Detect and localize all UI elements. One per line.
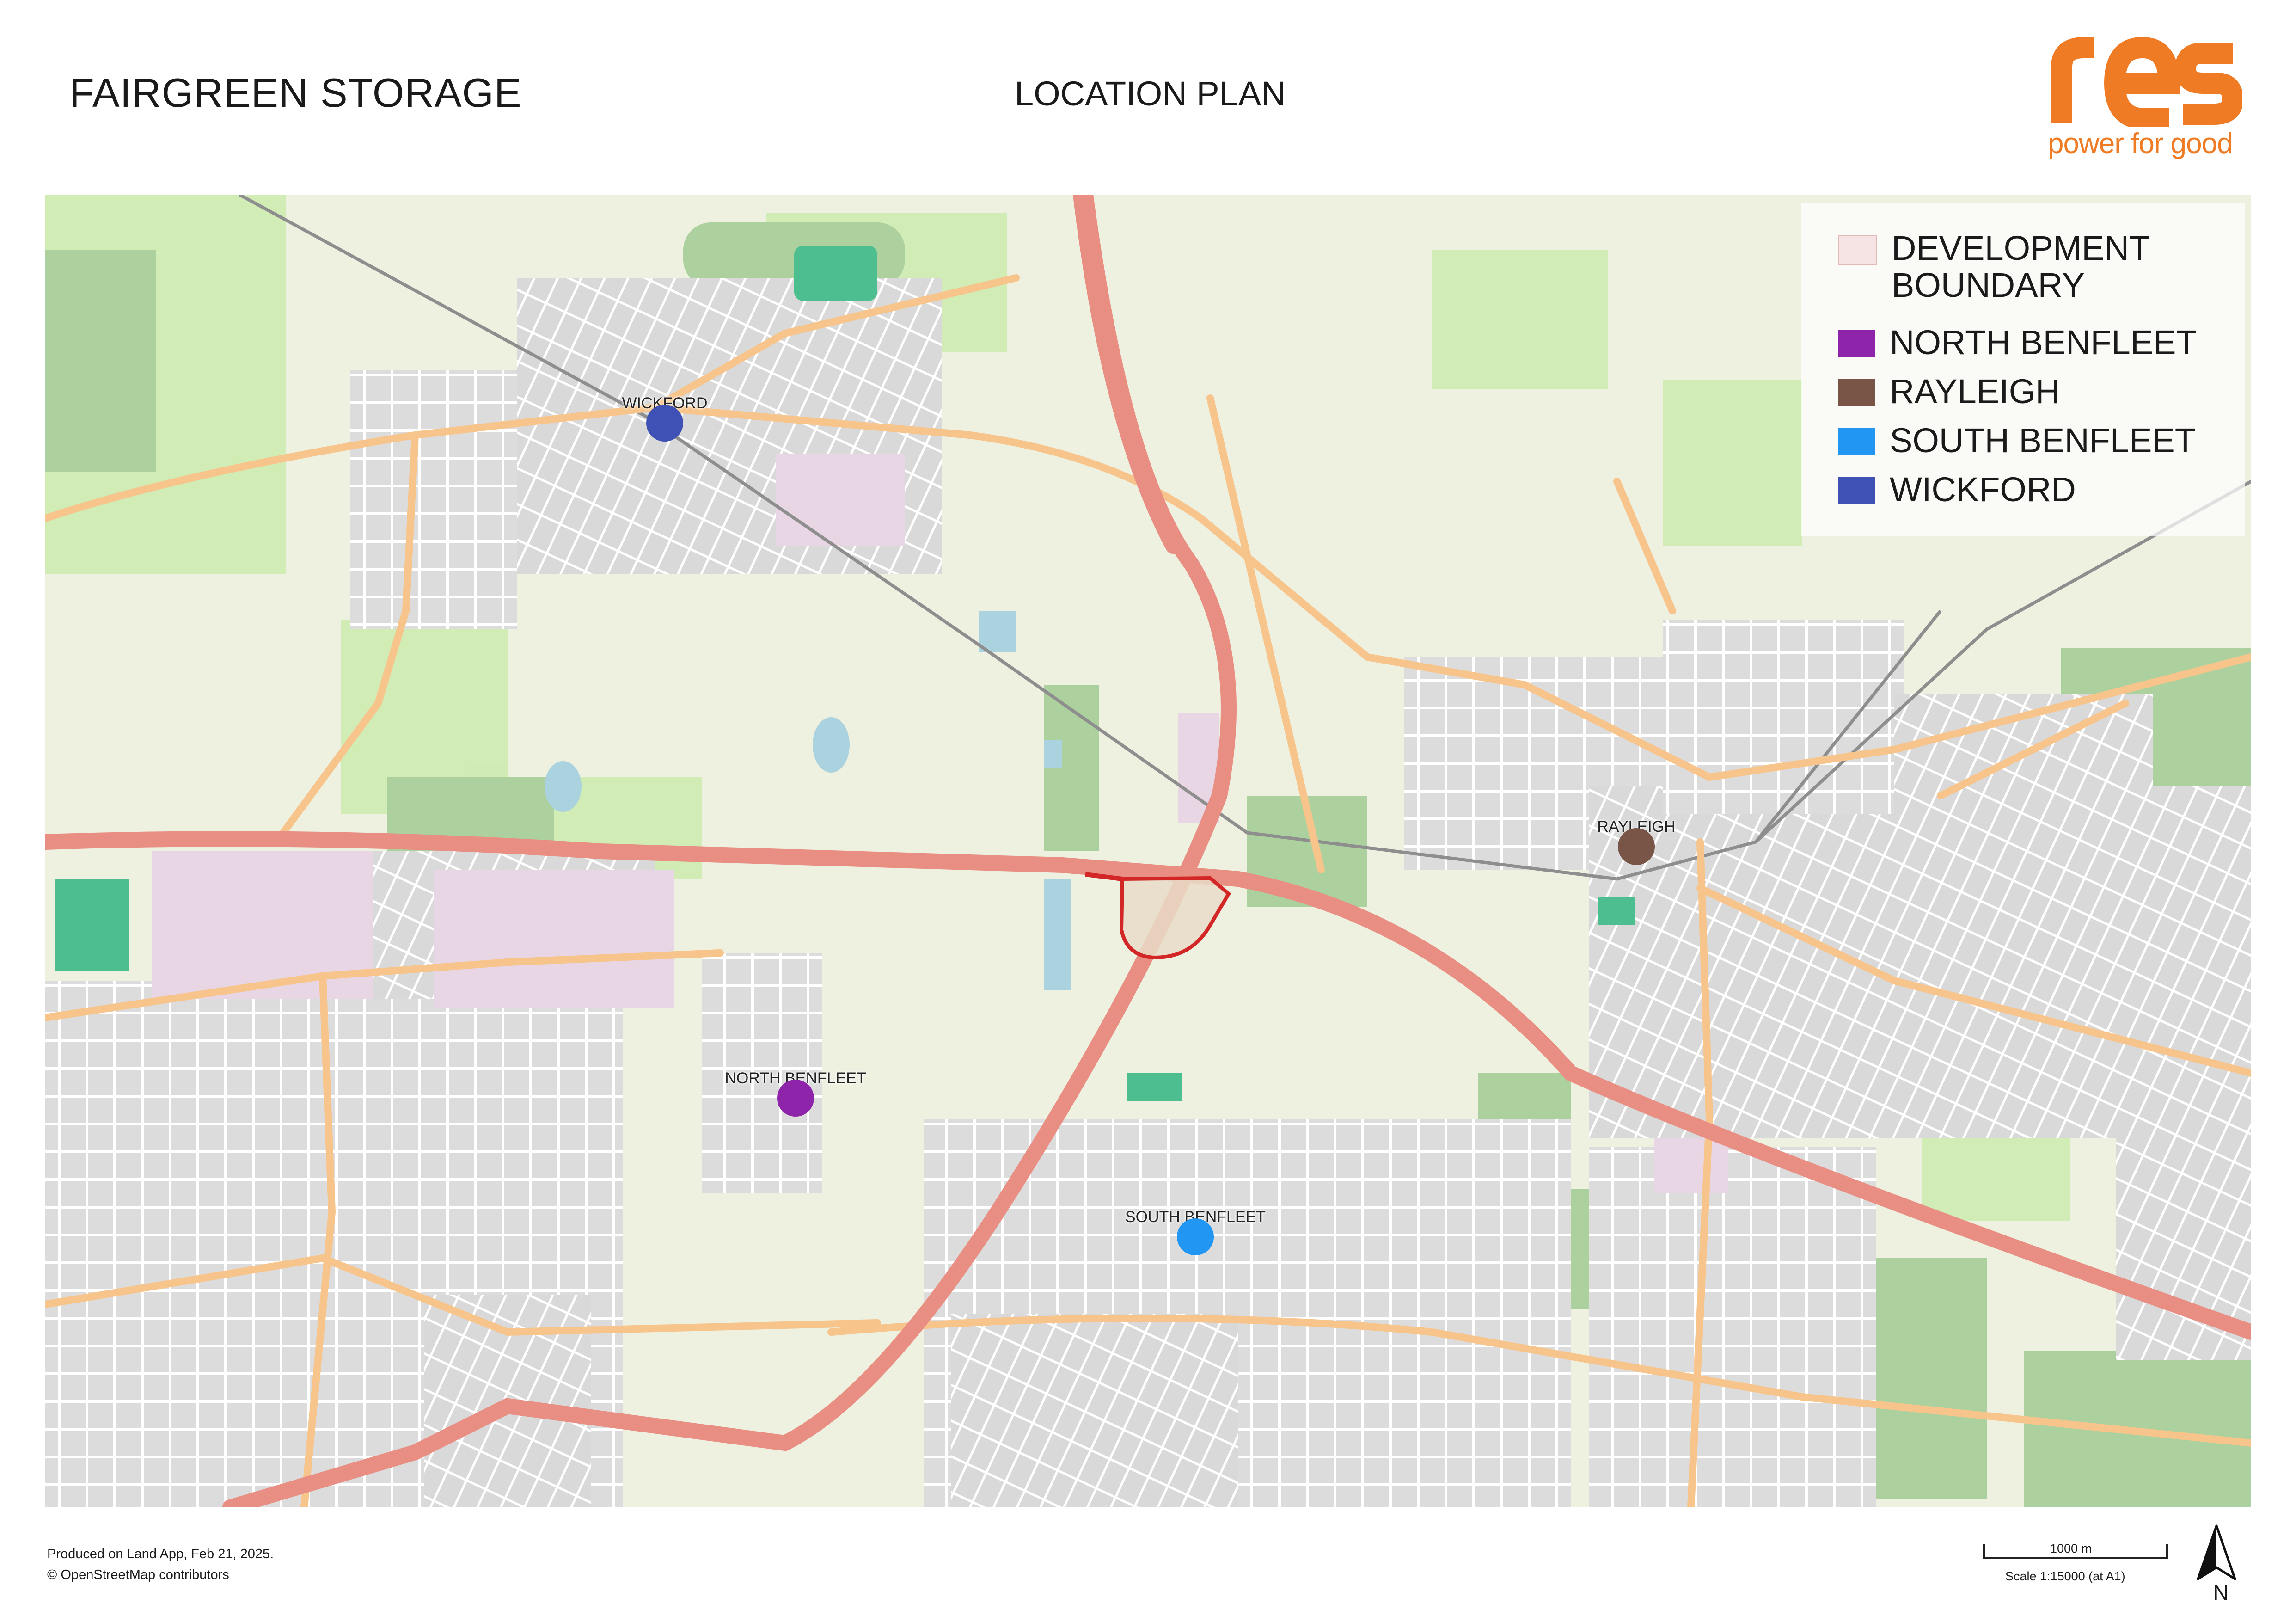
osm-attribution: © OpenStreetMap contributors <box>47 1567 229 1582</box>
scale-bar: 1000 m Scale 1:15000 (at A1) <box>1983 1542 2168 1583</box>
place-marker-south-benfleet[interactable] <box>1177 1218 1214 1255</box>
res-logo-mark <box>2051 37 2244 129</box>
legend-label: NORTH BENFLEET <box>1890 323 2197 362</box>
north-arrow-label: N <box>2213 1581 2229 1605</box>
legend-item-north-benfleet: NORTH BENFLEET <box>1838 324 2197 361</box>
legend-item-wickford: WICKFORD <box>1838 471 2076 508</box>
legend-label: WICKFORD <box>1890 470 2076 509</box>
page-subtitle: LOCATION PLAN <box>1015 74 1286 113</box>
legend-item-development-boundary: DEVELOPMENT BOUNDARY <box>1838 230 2150 304</box>
legend-swatch <box>1838 330 1875 357</box>
produced-by-note: Produced on Land App, Feb 21, 2025. <box>47 1547 274 1561</box>
scale-distance-label: 1000 m <box>2050 1542 2092 1555</box>
legend-swatch <box>1838 428 1875 455</box>
legend-label: DEVELOPMENT BOUNDARY <box>1892 229 2149 304</box>
legend-item-rayleigh: RAYLEIGH <box>1838 373 2060 410</box>
place-marker-rayleigh[interactable] <box>1618 828 1655 865</box>
res-logo: power for good <box>2048 35 2244 160</box>
legend-swatch <box>1838 477 1875 504</box>
page-title: FAIRGREEN STORAGE <box>69 70 522 116</box>
map-legend: DEVELOPMENT BOUNDARY NORTH BENFLEET RAYL… <box>1801 203 2245 536</box>
legend-item-south-benfleet: SOUTH BENFLEET <box>1838 422 2196 459</box>
legend-swatch <box>1838 379 1875 406</box>
legend-label: RAYLEIGH <box>1890 372 2060 411</box>
logo-tagline: power for good <box>2048 128 2233 160</box>
legend-label: SOUTH BENFLEET <box>1890 421 2196 460</box>
place-marker-north-benfleet[interactable] <box>777 1080 814 1117</box>
scale-ratio-label: Scale 1:15000 (at A1) <box>2005 1569 2125 1583</box>
map-canvas[interactable]: WICKFORD RAYLEIGH NORTH BENFLEET SOUTH B… <box>45 195 2251 1507</box>
legend-swatch <box>1838 235 1877 265</box>
place-marker-wickford[interactable] <box>646 405 683 442</box>
